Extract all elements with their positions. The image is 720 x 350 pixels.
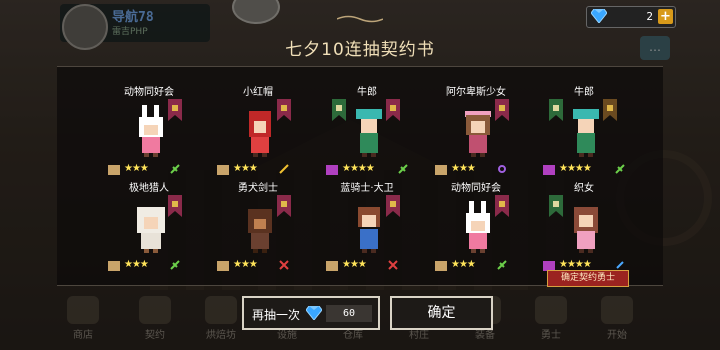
hero-name: 动物同好会 (451, 183, 501, 194)
hero-name: 动物同好会 (124, 87, 174, 98)
hero-card[interactable]: 动物同好会 ★★★ (94, 83, 204, 183)
star-rating: ★★★★ (559, 259, 592, 270)
star-rating: ★★★ (233, 163, 258, 174)
element-banner-icon (277, 99, 291, 121)
red-hood-hero-sprite (249, 111, 271, 157)
element-banner-icon (495, 195, 509, 217)
title-ornament (337, 15, 383, 23)
cowherd-hero-sprite (573, 109, 599, 157)
star-rating: ★★★★ (559, 163, 592, 174)
element-banner-icon (168, 99, 182, 121)
scroll-icon (217, 165, 229, 175)
draw-again-button[interactable]: 再抽一次 60 (242, 296, 380, 330)
star-rating: ★★★ (342, 259, 367, 270)
hero-card[interactable]: 牛郎 ★★★★ (312, 83, 422, 183)
class-icon (498, 165, 506, 173)
class-icon (388, 260, 398, 270)
class-icon (279, 164, 289, 174)
gem-icon (306, 306, 322, 320)
class-icon (279, 260, 289, 270)
scroll-icon (543, 165, 555, 175)
hero-name: 勇犬剑士 (238, 183, 278, 194)
star-rating: ★★★★ (342, 163, 375, 174)
gem-counter: 2 + (586, 6, 676, 28)
hero-card[interactable]: 勇犬剑士 ★★★ (203, 179, 313, 279)
star-rating: ★★★ (451, 259, 476, 270)
blue-knight-hero-sprite (358, 207, 380, 253)
add-gems-button[interactable]: + (658, 9, 673, 24)
dog-swordsman-hero-sprite (248, 209, 272, 253)
hero-card[interactable]: 织女 ★★★★ (529, 179, 639, 279)
element-banner-icon (549, 195, 563, 217)
hero-name: 牛郎 (574, 87, 594, 98)
weaver-girl-hero-sprite (574, 207, 598, 253)
scroll-icon (326, 165, 338, 175)
element-banner-icon (603, 99, 617, 121)
hero-card[interactable]: 动物同好会 ★★★ (421, 179, 531, 279)
class-icon (398, 164, 408, 174)
scroll-icon (108, 165, 120, 175)
hero-card[interactable]: 牛郎 ★★★★ (529, 83, 639, 183)
element-banner-icon (495, 99, 509, 121)
scroll-icon (108, 261, 120, 271)
hero-name: 牛郎 (357, 87, 377, 98)
hero-card[interactable]: 阿尔卑斯少女 ★★★ (421, 83, 531, 183)
scroll-icon (435, 165, 447, 175)
class-icon (170, 164, 180, 174)
element-banner-icon (549, 99, 563, 121)
gem-icon (591, 9, 607, 23)
hero-name: 极地猎人 (129, 183, 169, 194)
element-banner-icon (277, 195, 291, 217)
scroll-icon (217, 261, 229, 271)
star-rating: ★★★ (124, 163, 149, 174)
element-banner-icon (332, 99, 346, 121)
cowherd-hero-sprite (356, 109, 382, 157)
class-icon (497, 260, 507, 270)
confirm-button[interactable]: 确定 (390, 296, 493, 330)
gem-count: 2 (646, 10, 653, 23)
hero-card[interactable]: 小红帽 ★★★ (203, 83, 313, 183)
hero-name: 蓝骑士·大卫 (340, 183, 394, 194)
draw-again-label: 再抽一次 (252, 308, 301, 322)
class-icon (616, 261, 624, 269)
bunny-hero-sprite (139, 105, 163, 157)
class-icon (170, 260, 180, 270)
class-icon (615, 164, 625, 174)
element-banner-icon (386, 99, 400, 121)
scroll-icon (326, 261, 338, 271)
hero-results-panel: 动物同好会 ★★★ 小红帽 ★★★ 牛郎 ★★★★ 阿尔卑斯少女 ★★★ 牛郎 (57, 66, 663, 286)
hero-name: 织女 (574, 183, 594, 194)
polar-hunter-hero-sprite (137, 207, 165, 253)
element-banner-icon (386, 195, 400, 217)
element-banner-icon (168, 195, 182, 217)
confirm-hero-tag: 确定契约勇士 (547, 270, 629, 287)
star-rating: ★★★ (451, 163, 476, 174)
scroll-icon (435, 261, 447, 271)
draw-again-cost: 60 (326, 305, 372, 322)
hero-card[interactable]: 极地猎人 ★★★ (94, 179, 204, 279)
hero-name: 小红帽 (243, 87, 273, 98)
dialog-title: 七夕10连抽契约书 (285, 40, 435, 60)
hero-name: 阿尔卑斯少女 (446, 87, 506, 98)
hero-card[interactable]: 蓝骑士·大卫 ★★★ (312, 179, 422, 279)
star-rating: ★★★ (233, 259, 258, 270)
alpine-girl-hero-sprite (465, 111, 491, 157)
bunny-hero-sprite (466, 201, 490, 253)
star-rating: ★★★ (124, 259, 149, 270)
